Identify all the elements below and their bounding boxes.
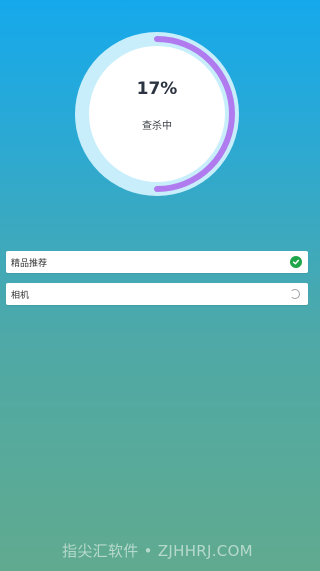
- scan-center: 17% 查杀中: [72, 24, 242, 204]
- list-item-label: 精品推荐: [11, 258, 48, 269]
- scan-item-list: 精品推荐 相机: [6, 251, 308, 315]
- watermark: 指尖汇软件 • ZJHHRJ.COM: [62, 542, 253, 560]
- spinner-icon: [290, 289, 300, 299]
- list-item-label: 相机: [11, 290, 30, 301]
- list-item[interactable]: 相机: [6, 283, 308, 305]
- list-item[interactable]: 精品推荐: [6, 251, 308, 273]
- scan-percent: 17%: [136, 78, 178, 99]
- check-circle-icon: [290, 256, 302, 268]
- scan-status: 查杀中: [142, 120, 172, 132]
